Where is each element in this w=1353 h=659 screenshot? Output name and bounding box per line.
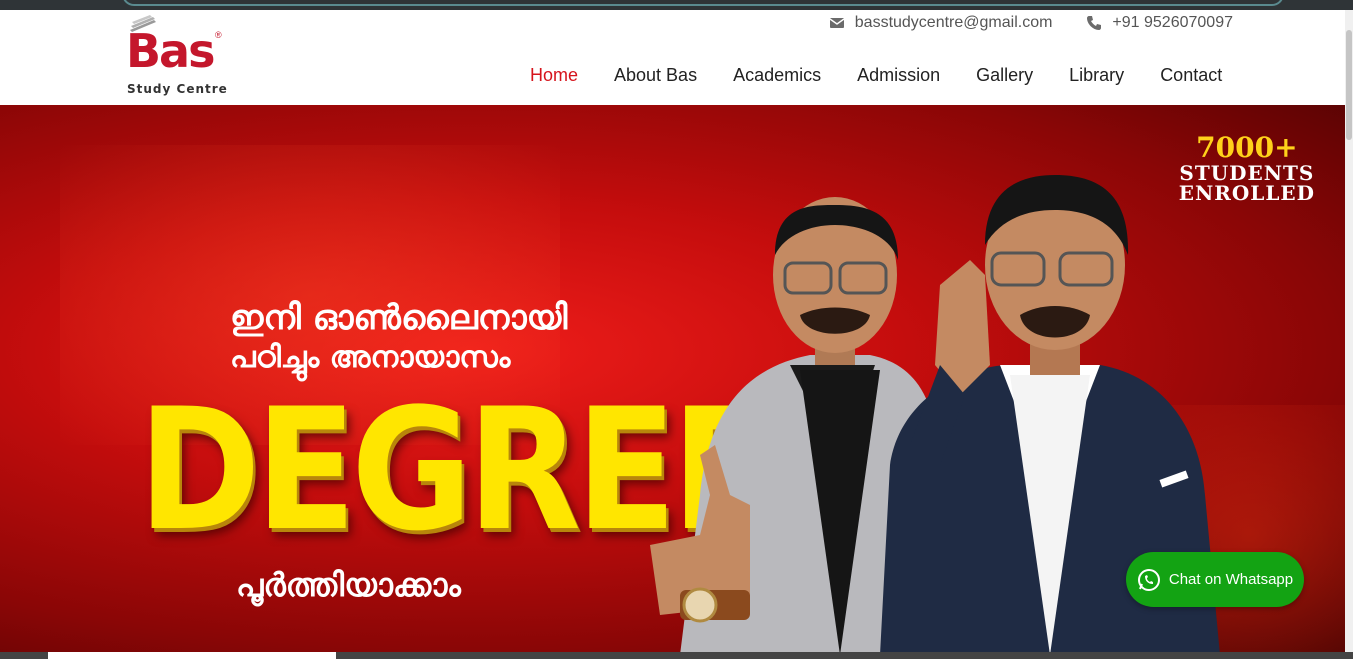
nav-admission[interactable]: Admission <box>857 64 940 86</box>
stat-number: 7000+ <box>1196 131 1298 164</box>
whatsapp-icon <box>1137 568 1160 591</box>
whatsapp-chat-button[interactable]: Chat on Whatsapp <box>1126 552 1304 607</box>
nav-home[interactable]: Home <box>530 64 578 86</box>
whatsapp-label: Chat on Whatsapp <box>1168 571 1294 588</box>
hero-tagline-line1: ഇനി ഓൺലൈനായി <box>230 298 568 338</box>
registered-mark: ® <box>215 30 222 40</box>
contact-bar: basstudycentre@gmail.com +91 9526070097 <box>829 14 1233 32</box>
bottom-taskbar <box>0 652 1353 659</box>
scrollbar-thumb[interactable] <box>1346 30 1352 140</box>
nav-library[interactable]: Library <box>1069 64 1124 86</box>
hero-tagline-line2: പഠിച്ചും അനായാസം <box>230 340 511 375</box>
contact-phone[interactable]: +91 9526070097 <box>1112 14 1233 32</box>
hero-tagline-line3: പൂർത്തിയാക്കാം <box>236 566 461 604</box>
nav-academics[interactable]: Academics <box>733 64 821 86</box>
envelope-icon <box>829 18 845 28</box>
nav-about[interactable]: About Bas <box>614 64 697 86</box>
address-bar-edge <box>122 0 1284 6</box>
nav-gallery[interactable]: Gallery <box>976 64 1033 86</box>
contact-email[interactable]: basstudycentre@gmail.com <box>855 14 1053 32</box>
main-nav: Home About Bas Academics Admission Galle… <box>530 64 1258 86</box>
nav-contact[interactable]: Contact <box>1160 64 1222 86</box>
logo-wordmark: Bas <box>126 24 215 78</box>
taskbar-segment <box>48 652 336 659</box>
site-header: Bas ® Study Centre basstudycentre@gmail.… <box>0 10 1353 105</box>
phone-icon <box>1087 16 1102 30</box>
browser-top-strip <box>0 0 1353 10</box>
page-scrollbar[interactable] <box>1345 10 1353 659</box>
site-logo[interactable]: Bas ® Study Centre <box>124 14 234 100</box>
logo-subtitle: Study Centre <box>127 82 228 96</box>
